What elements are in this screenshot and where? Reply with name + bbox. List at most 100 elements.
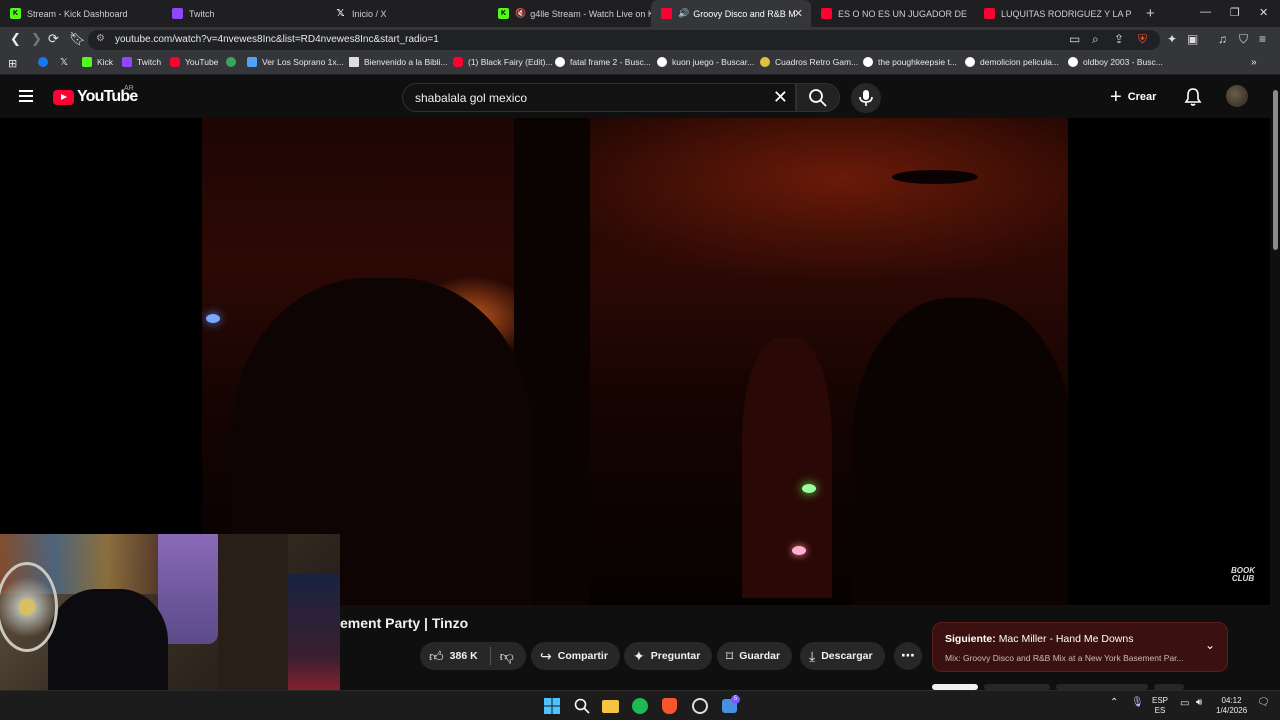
search-query: shabalala gol mexico	[415, 91, 528, 105]
like-count[interactable]: 386 K	[450, 650, 478, 662]
speaker-icon: 🔊	[678, 8, 690, 18]
search-input[interactable]: shabalala gol mexico ✕	[402, 83, 796, 112]
address-row: ❮ ❯ ⟳ 🔖︎ ⚙︎ youtube.com/watch?v=4nvewes8…	[0, 27, 1280, 53]
x-icon: 𝕏	[336, 8, 345, 19]
spotify-icon[interactable]	[632, 698, 648, 714]
bookmark-youtube[interactable]: YouTube	[170, 57, 218, 67]
search-button[interactable]	[796, 83, 840, 112]
bookmark-twitch[interactable]: Twitch	[122, 57, 161, 67]
more-bookmarks-icon[interactable]: »	[1251, 57, 1257, 68]
browser-tab-strip: K Stream - Kick Dashboard Twitch 𝕏 Inici…	[0, 0, 1280, 27]
page-scrollbar[interactable]	[1271, 76, 1280, 686]
bookmark-biblioteca[interactable]: Bienvenido a la Bibli...	[349, 57, 448, 67]
bookmark-soprano[interactable]: Ver Los Soprano 1x...	[247, 57, 344, 67]
create-button[interactable]: + Crear	[1110, 83, 1156, 111]
bookmark-icon[interactable]: 🔖︎	[69, 31, 86, 47]
bookmark-green[interactable]	[226, 57, 241, 67]
obs-icon[interactable]	[692, 698, 708, 714]
avatar[interactable]	[1226, 85, 1248, 107]
download-button[interactable]: ⤓ Descargar	[800, 642, 885, 670]
up-next-card[interactable]: Siguiente: Mac Miller - Hand Me Downs Mi…	[932, 622, 1228, 672]
clock[interactable]: 04:12 1/4/2026	[1216, 696, 1247, 716]
share-icon[interactable]: ⇪	[1114, 32, 1124, 46]
ask-button[interactable]: ✦ Preguntar	[624, 642, 713, 670]
reload-icon[interactable]: ⟳	[48, 31, 59, 47]
vpn-icon[interactable]: ⛉	[1239, 32, 1248, 47]
tab-x[interactable]: 𝕏 Inicio / X	[325, 0, 488, 27]
like-icon[interactable]: 👍︎	[429, 648, 444, 665]
tab-kick-dashboard[interactable]: K Stream - Kick Dashboard	[0, 0, 162, 27]
more-actions-icon[interactable]: ⋯	[894, 642, 922, 670]
new-tab-icon[interactable]: +	[1146, 5, 1155, 22]
bookmark-poughkeepsie[interactable]: the poughkeepsie t...	[863, 57, 957, 67]
zoom-icon[interactable]: ⌕	[1092, 32, 1099, 47]
minimize-icon[interactable]: —	[1200, 6, 1211, 18]
notifications-bell-icon[interactable]	[1184, 87, 1202, 107]
clear-search-icon[interactable]: ✕	[773, 87, 788, 108]
bookmark-x[interactable]: 𝕏	[60, 57, 68, 68]
bookmark-facebook[interactable]	[38, 57, 53, 67]
youtube-icon	[453, 57, 463, 67]
microphone-icon[interactable]: 🎙︎	[1131, 698, 1144, 708]
tab-youtube-2[interactable]: ES O NO ES UN JUGADOR DE FÚTBO	[811, 0, 974, 27]
tab-label: Inicio / X	[352, 8, 387, 19]
network-icon[interactable]: ▭	[1180, 699, 1189, 709]
apps-icon[interactable]: ⊞	[8, 57, 17, 70]
bookmarks-bar: ⊞ 𝕏 Kick Twitch YouTube Ver Los Soprano …	[0, 53, 1280, 75]
windows-start-icon[interactable]	[544, 698, 560, 714]
tab-youtube-active[interactable]: 🔊 Groovy Disco and R&B Mix a ✕	[651, 0, 811, 27]
pink-light	[792, 546, 806, 555]
tab-youtube-3[interactable]: LUQUITAS RODRIGUEZ Y LA PEOR E	[974, 0, 1134, 27]
forward-icon[interactable]: ❯	[31, 31, 42, 47]
brave-icon[interactable]	[662, 698, 677, 714]
cast-icon[interactable]: ▭	[1069, 32, 1080, 46]
dislike-icon[interactable]: 👎︎	[500, 648, 514, 665]
bookmark-oldboy[interactable]: oldboy 2003 - Busc...	[1068, 57, 1163, 67]
brave-shield-icon[interactable]: ⛨	[1138, 32, 1147, 47]
scrollbar-thumb[interactable]	[1273, 90, 1278, 250]
bookmark-label: the poughkeepsie t...	[878, 57, 957, 67]
bookmark-black-fairy[interactable]: (1) Black Fairy (Edit)...	[453, 57, 553, 67]
game-icon	[226, 57, 236, 67]
volume-icon[interactable]: 🔊︎	[1196, 698, 1202, 708]
address-bar[interactable]: ⚙︎ youtube.com/watch?v=4nvewes8Inc&list=…	[88, 30, 1160, 50]
search-icon[interactable]	[574, 698, 590, 714]
menu-icon[interactable]: ≡	[1259, 32, 1266, 46]
play-icon	[247, 57, 257, 67]
back-icon[interactable]: ❮	[10, 31, 21, 47]
youtube-play-icon	[53, 89, 74, 105]
language-indicator[interactable]: ESP ES	[1152, 696, 1168, 716]
tab-label: g4lle Stream - Watch Live on Kic	[530, 8, 651, 19]
save-button[interactable]: ⌑ Guardar	[717, 642, 793, 670]
country-code: AR	[124, 85, 134, 92]
sidebar-icon[interactable]: ▣	[1187, 32, 1198, 46]
notifications-icon[interactable]: 🗨︎	[1257, 698, 1270, 708]
youtube-logo[interactable]: YouTube AR	[53, 85, 138, 106]
bookmark-fatal-frame[interactable]: fatal frame 2 - Busc...	[555, 57, 651, 67]
site-settings-icon[interactable]: ⚙︎	[96, 33, 105, 44]
file-explorer-icon[interactable]	[602, 700, 619, 713]
restore-icon[interactable]: ❐	[1230, 6, 1240, 19]
google-icon	[965, 57, 975, 67]
close-tab-icon[interactable]: ✕	[794, 7, 803, 20]
close-window-icon[interactable]: ✕	[1259, 6, 1268, 19]
url-text: youtube.com/watch?v=4nvewes8Inc&list=RD4…	[115, 34, 439, 45]
tray-overflow-icon[interactable]: ⌃	[1110, 698, 1118, 708]
tab-kick-stream[interactable]: K 🔇 g4lle Stream - Watch Live on Kic	[488, 0, 651, 27]
chevron-down-icon[interactable]: ⌄	[1205, 638, 1215, 652]
bookmark-kuon[interactable]: kuon juego - Buscar...	[657, 57, 754, 67]
share-icon: ↪	[540, 647, 552, 664]
twitch-icon	[122, 57, 132, 67]
video-player[interactable]: BOOK CLUB	[0, 118, 1270, 605]
share-button[interactable]: ↪ Compartir	[531, 642, 620, 670]
bookmark-cuadros[interactable]: Cuadros Retro Gam...	[760, 57, 858, 67]
media-icon[interactable]: ♫	[1218, 32, 1227, 46]
bookmark-demolicion[interactable]: demolicion pelicula...	[965, 57, 1059, 67]
bookmark-kick[interactable]: Kick	[82, 57, 113, 67]
menu-icon[interactable]	[19, 90, 33, 105]
extensions-icon[interactable]: ✦	[1167, 32, 1177, 46]
voice-search-button[interactable]	[851, 83, 881, 113]
windows-taskbar: 5 ⌃ 🎙︎ ESP ES ▭ 🔊︎ 04:12 1/4/2026 🗨︎	[0, 690, 1280, 720]
up-next-subtitle: Mix: Groovy Disco and R&B Mix at a New Y…	[945, 653, 1184, 663]
tab-twitch[interactable]: Twitch	[162, 0, 325, 27]
